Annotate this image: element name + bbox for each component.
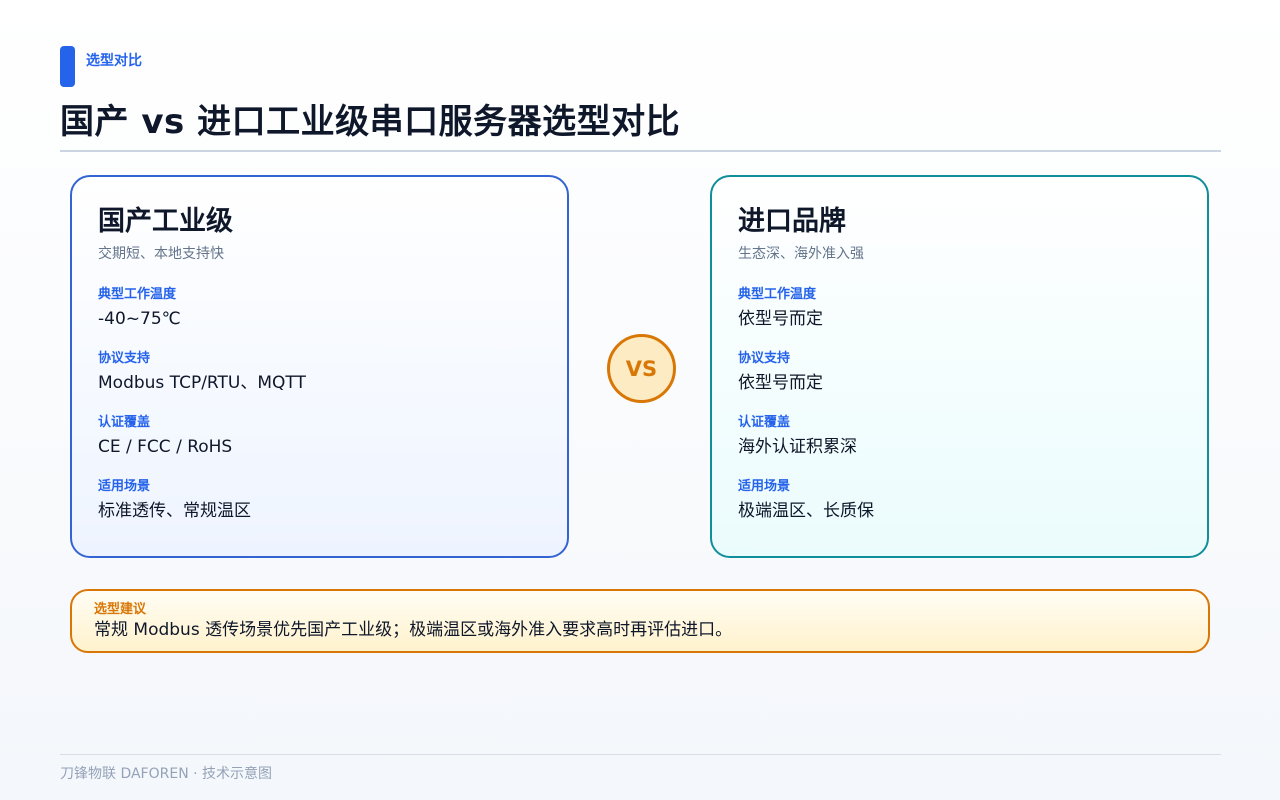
spec-value: 海外认证积累深	[738, 437, 857, 457]
title-divider	[60, 150, 1221, 152]
spec-label: 适用场景	[98, 479, 151, 494]
spec-label: 协议支持	[738, 351, 791, 366]
spec-label: 认证覆盖	[738, 415, 791, 430]
recommendation-box: 选型建议 常规 Modbus 透传场景优先国产工业级；极端温区或海外准入要求高时…	[70, 589, 1210, 653]
vs-badge: VS	[607, 334, 676, 403]
spec-value: CE / FCC / RoHS	[98, 437, 233, 457]
imported-spec-scenario: 适用场景 极端温区、长质保	[738, 479, 1181, 523]
section-tag: 选型对比	[86, 53, 142, 69]
spec-value: 依型号而定	[738, 309, 823, 329]
recommendation-text: 常规 Modbus 透传场景优先国产工业级；极端温区或海外准入要求高时再评估进口…	[94, 620, 733, 640]
section-accent-bar	[60, 46, 75, 87]
spec-label: 典型工作温度	[738, 287, 817, 302]
spec-value: 极端温区、长质保	[738, 501, 874, 521]
spec-value: 依型号而定	[738, 373, 823, 393]
imported-spec-temperature: 典型工作温度 依型号而定	[738, 287, 1181, 331]
imported-spec-protocol: 协议支持 依型号而定	[738, 351, 1181, 395]
domestic-spec-protocol: 协议支持 Modbus TCP/RTU、MQTT	[98, 351, 541, 395]
domestic-spec-scenario: 适用场景 标准透传、常规温区	[98, 479, 541, 523]
spec-value: 标准透传、常规温区	[98, 501, 251, 521]
recommendation-label: 选型建议	[94, 602, 147, 617]
domestic-card-subtitle: 交期短、本地支持快	[98, 246, 224, 262]
footer-divider	[60, 754, 1221, 755]
imported-card-title: 进口品牌	[738, 206, 846, 237]
domestic-card: 国产工业级 交期短、本地支持快 典型工作温度 -40~75℃ 协议支持 Modb…	[70, 175, 569, 558]
footer-credit: 刀锋物联 DAFOREN · 技术示意图	[60, 766, 273, 782]
spec-label: 协议支持	[98, 351, 151, 366]
imported-card-subtitle: 生态深、海外准入强	[738, 246, 864, 262]
spec-value: -40~75℃	[98, 309, 181, 329]
page-title: 国产 vs 进口工业级串口服务器选型对比	[60, 102, 681, 142]
imported-spec-certification: 认证覆盖 海外认证积累深	[738, 415, 1181, 459]
imported-card: 进口品牌 生态深、海外准入强 典型工作温度 依型号而定 协议支持 依型号而定 认…	[710, 175, 1209, 558]
domestic-spec-certification: 认证覆盖 CE / FCC / RoHS	[98, 415, 541, 459]
spec-label: 适用场景	[738, 479, 791, 494]
spec-label: 认证覆盖	[98, 415, 151, 430]
spec-label: 典型工作温度	[98, 287, 177, 302]
domestic-spec-temperature: 典型工作温度 -40~75℃	[98, 287, 541, 331]
domestic-card-title: 国产工业级	[98, 206, 233, 237]
spec-value: Modbus TCP/RTU、MQTT	[98, 373, 306, 393]
